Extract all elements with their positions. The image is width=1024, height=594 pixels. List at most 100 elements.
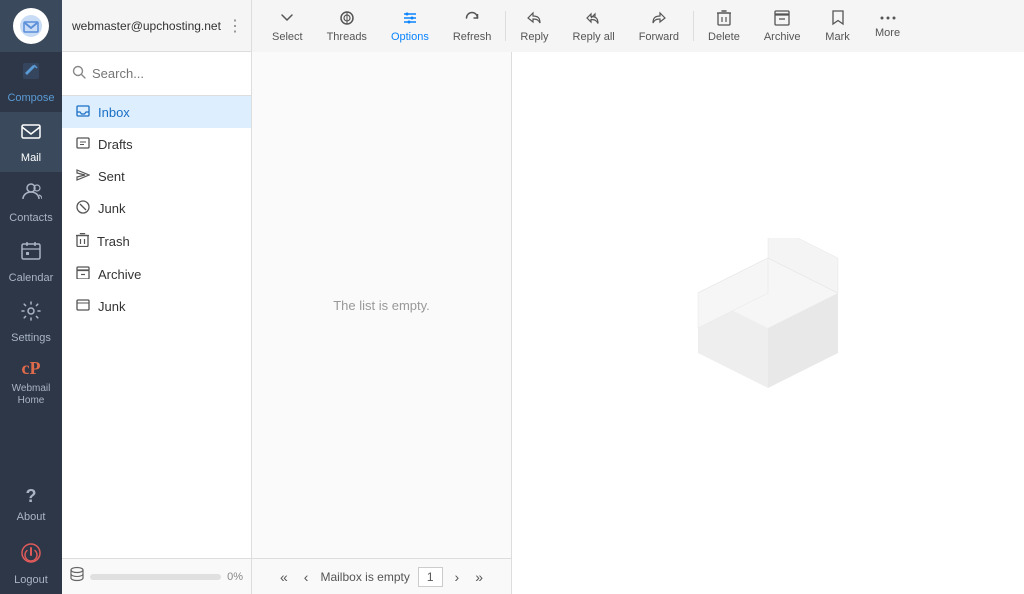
junk-icon [76, 200, 90, 217]
folder-item-junk2[interactable]: Junk [62, 290, 251, 322]
sidebar-item-calendar-label: Calendar [9, 272, 54, 284]
logout-icon [20, 542, 42, 570]
reply-all-button[interactable]: Reply all [561, 0, 627, 52]
folder-item-sent[interactable]: Sent [62, 160, 251, 192]
select-icon [279, 10, 295, 29]
reply-button[interactable]: Reply [508, 0, 560, 52]
main-area: webmaster@upchosting.net ⋮ Select [62, 0, 1024, 594]
more-label: More [875, 27, 900, 39]
logo-icon [13, 8, 49, 44]
sidebar-item-about-label: About [17, 511, 46, 523]
account-bar: webmaster@upchosting.net ⋮ [62, 0, 252, 52]
sidebar-item-logout-label: Logout [14, 574, 48, 586]
folder-trash-label: Trash [97, 234, 130, 249]
refresh-icon [464, 10, 480, 29]
archive-button[interactable]: Archive [752, 0, 813, 52]
sidebar-item-compose[interactable]: Compose [0, 52, 62, 112]
contacts-icon [20, 180, 42, 208]
search-icon [72, 65, 86, 82]
folder-drafts-label: Drafts [98, 137, 133, 152]
folder-junk2-label: Junk [98, 299, 125, 314]
sidebar-item-settings-label: Settings [11, 332, 51, 344]
folder-item-drafts[interactable]: Drafts [62, 128, 251, 160]
mail-list-area: The list is empty. « ‹ Mailbox is empty … [252, 52, 512, 594]
options-label: Options [391, 31, 429, 43]
next-page-button[interactable]: › [451, 567, 464, 587]
first-page-button[interactable]: « [276, 567, 292, 587]
more-icon [880, 13, 896, 25]
threads-label: Threads [327, 31, 367, 43]
reply-label: Reply [520, 31, 548, 43]
sidebar-item-mail[interactable]: Mail [0, 112, 62, 172]
select-label: Select [272, 31, 303, 43]
sidebar-item-compose-label: Compose [7, 92, 54, 104]
mailbox-status: Mailbox is empty [320, 570, 409, 584]
toolbar-divider-2 [693, 11, 694, 41]
sidebar-item-about[interactable]: ? About [0, 474, 62, 534]
search-input[interactable] [92, 66, 268, 81]
toolbar-left-group: Select Threads [260, 0, 503, 52]
empty-text: The list is empty. [333, 298, 430, 313]
folder-item-trash[interactable]: Trash [62, 225, 251, 258]
sidebar-item-settings[interactable]: Settings [0, 292, 62, 352]
archive-icon [774, 10, 790, 29]
mark-icon [831, 10, 845, 29]
refresh-button[interactable]: Refresh [441, 0, 504, 52]
drafts-icon [76, 136, 90, 152]
folder-item-archive[interactable]: Archive [62, 258, 251, 290]
threads-icon [339, 10, 355, 29]
forward-icon [651, 10, 667, 29]
junk2-icon [76, 298, 90, 314]
trash-icon [76, 233, 89, 250]
search-bar: ▾ [62, 52, 251, 96]
delete-button[interactable]: Delete [696, 0, 752, 52]
archive-folder-icon [76, 266, 90, 282]
archive-label: Archive [764, 31, 801, 43]
sidebar-item-calendar[interactable]: Calendar [0, 232, 62, 292]
options-button[interactable]: Options [379, 0, 441, 52]
sidebar-item-webmail-home[interactable]: cP Webmail Home [0, 352, 62, 412]
mail-icon [20, 120, 42, 148]
sidebar-item-mail-label: Mail [21, 152, 41, 164]
sidebar-item-contacts-label: Contacts [9, 212, 52, 224]
reading-pane [512, 52, 1024, 594]
sidebar: Compose Mail Contacts [0, 0, 62, 594]
prev-page-button[interactable]: ‹ [300, 567, 313, 587]
calendar-icon [20, 240, 42, 268]
sent-icon [76, 168, 90, 184]
delete-label: Delete [708, 31, 740, 43]
threads-button[interactable]: Threads [315, 0, 379, 52]
folder-item-junk[interactable]: Junk [62, 192, 251, 225]
empty-illustration [683, 238, 853, 408]
folder-inbox-label: Inbox [98, 105, 130, 120]
inbox-icon [76, 104, 90, 120]
folder-item-inbox[interactable]: Inbox [62, 96, 251, 128]
mark-button[interactable]: Mark [813, 0, 863, 52]
folder-list: Inbox Drafts [62, 96, 251, 558]
refresh-label: Refresh [453, 31, 492, 43]
mark-label: Mark [825, 31, 849, 43]
forward-button[interactable]: Forward [627, 0, 691, 52]
content-area: ▾ Inbox [62, 52, 1024, 594]
webmail-icon: cP [22, 358, 41, 379]
sidebar-item-logout[interactable]: Logout [0, 534, 62, 594]
sidebar-item-webmail-label: Webmail Home [0, 383, 62, 407]
storage-progress-bar [90, 574, 221, 580]
app-logo [0, 0, 62, 52]
select-button[interactable]: Select [260, 0, 315, 52]
reply-all-label: Reply all [573, 31, 615, 43]
account-email: webmaster@upchosting.net [72, 19, 221, 33]
folder-junk-label: Junk [98, 201, 125, 216]
page-number[interactable]: 1 [418, 567, 443, 587]
mail-list-footer: « ‹ Mailbox is empty 1 › » [252, 558, 511, 594]
about-icon: ? [26, 486, 37, 507]
last-page-button[interactable]: » [471, 567, 487, 587]
folder-panel: ▾ Inbox [62, 52, 252, 594]
options-icon [402, 10, 418, 29]
more-button[interactable]: More [863, 0, 913, 52]
settings-icon [20, 300, 42, 328]
sidebar-item-contacts[interactable]: Contacts [0, 172, 62, 232]
folder-archive-label: Archive [98, 267, 141, 282]
account-more-button[interactable]: ⋮ [227, 16, 243, 36]
folder-sent-label: Sent [98, 169, 125, 184]
